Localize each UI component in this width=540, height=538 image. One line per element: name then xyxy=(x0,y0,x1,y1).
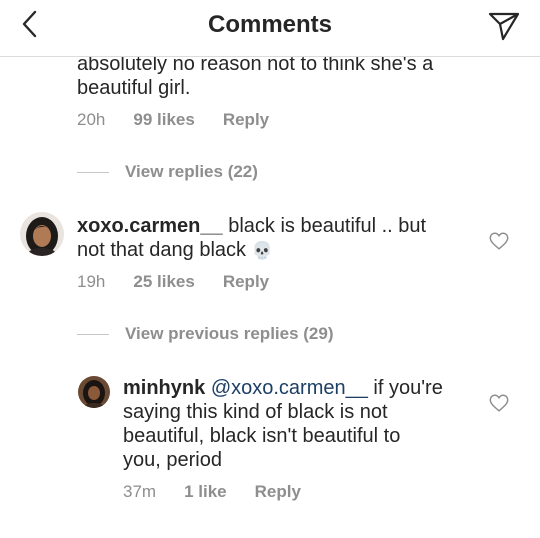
comment-meta: 37m 1 like Reply xyxy=(123,482,329,502)
comment-time: 19h xyxy=(77,272,106,291)
reply-button[interactable]: Reply xyxy=(223,110,269,130)
view-replies-label: View previous replies (29) xyxy=(125,324,334,343)
comment-body: xoxo.carmen__ black is beautiful .. but … xyxy=(77,214,477,263)
share-button[interactable] xyxy=(484,6,524,46)
reply-button[interactable]: Reply xyxy=(255,482,301,502)
comment-meta: 19h 25 likes Reply xyxy=(77,272,297,292)
reply-button[interactable]: Reply xyxy=(223,272,269,292)
comment-username[interactable]: xoxo.carmen__ xyxy=(77,215,223,237)
comment-likes-link[interactable]: 25 likes xyxy=(133,272,194,292)
heart-outline-icon[interactable] xyxy=(488,230,510,252)
comment-text-line: beautiful girl. xyxy=(77,77,191,99)
comment-body: minhynk @xoxo.carmen__ if you're saying … xyxy=(123,376,473,472)
comment-text: if you're xyxy=(367,377,443,399)
comment-text-line: beautiful, black isn't beautiful to xyxy=(123,425,401,447)
comment-text-line: saying this kind of black is not xyxy=(123,401,388,423)
paper-plane-icon xyxy=(488,12,520,41)
divider-line xyxy=(77,333,109,335)
comment-likes-link[interactable]: 99 likes xyxy=(133,110,194,130)
comment-time: 20h xyxy=(77,110,106,129)
top-navigation-bar: Comments xyxy=(0,0,540,57)
page-title: Comments xyxy=(207,11,333,38)
comment-text-line: not that dang black 💀 xyxy=(77,238,477,263)
comment-text-line: you, period xyxy=(123,449,222,471)
comments-list: absolutely no reason not to think she's … xyxy=(0,0,540,538)
comment-time: 37m xyxy=(123,482,157,501)
comment-text: not that dang black xyxy=(77,239,247,261)
comment-meta: 20h 99 likes Reply xyxy=(77,110,297,130)
avatar[interactable] xyxy=(78,376,110,408)
mention-link[interactable]: @xoxo.carmen__ xyxy=(211,377,368,399)
comment-text-line: xoxo.carmen__ black is beautiful .. but xyxy=(77,214,477,238)
view-replies-button[interactable]: View replies (22) xyxy=(77,162,258,182)
view-replies-label: View replies (22) xyxy=(125,162,258,181)
comment-text: black is beautiful .. but xyxy=(222,215,427,237)
heart-outline-icon[interactable] xyxy=(488,392,510,414)
comment-body: absolutely no reason not to think she's … xyxy=(77,52,497,100)
comment-text-line: minhynk @xoxo.carmen__ if you're xyxy=(123,376,473,400)
divider-line xyxy=(77,171,109,173)
skull-emoji: 💀 xyxy=(251,241,273,260)
comment-likes-link[interactable]: 1 like xyxy=(184,482,227,502)
avatar-image xyxy=(20,212,64,256)
comment-username[interactable]: minhynk xyxy=(123,377,205,399)
avatar-image xyxy=(78,376,110,408)
view-previous-replies-button[interactable]: View previous replies (29) xyxy=(77,324,334,344)
avatar[interactable] xyxy=(20,212,64,256)
